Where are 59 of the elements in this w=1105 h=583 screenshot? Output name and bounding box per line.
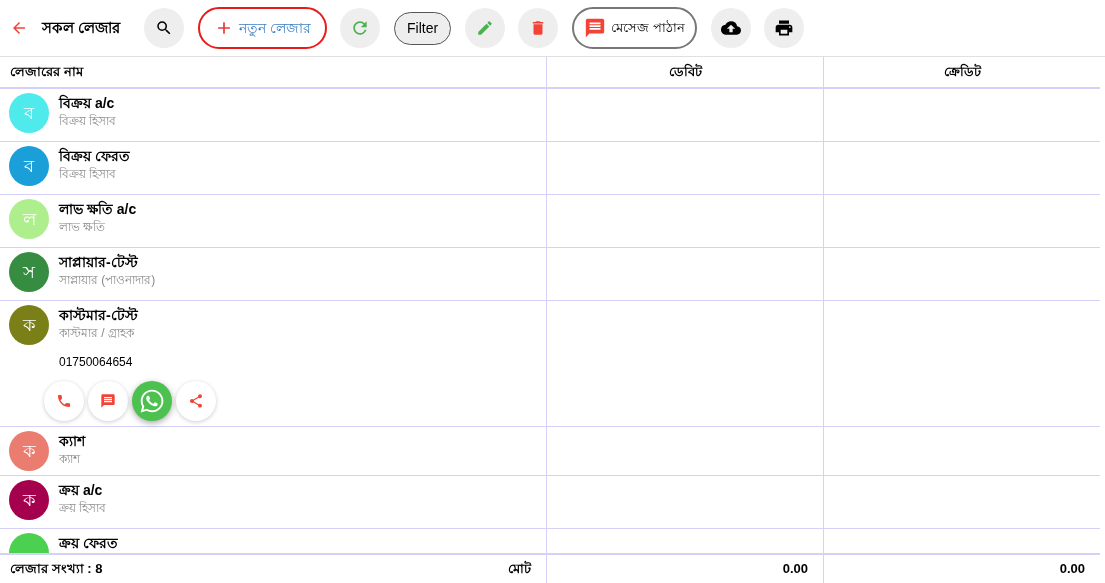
share-icon <box>188 393 204 409</box>
new-ledger-button[interactable]: নতুন লেজার <box>198 7 328 49</box>
ledger-group: লাভ ক্ষতি <box>59 219 137 235</box>
chat-bubble-phone-icon <box>139 388 165 414</box>
debit-total: 0.00 <box>782 560 808 579</box>
column-header: ডেবিট <box>547 57 824 87</box>
search-button[interactable] <box>144 8 185 48</box>
avatar-letter: স <box>23 261 35 284</box>
message-icon <box>100 393 116 409</box>
table-cell[interactable]: ব বিক্রয় ফেরত বিক্রয় হিসাব <box>0 142 547 194</box>
column-header: ক্রেডিট <box>942 62 983 82</box>
ledger-name: ক্রয় a/c <box>59 481 104 500</box>
print-button[interactable] <box>763 8 804 48</box>
printer-icon <box>773 18 794 38</box>
ledger-group: বিক্রয় হিসাব <box>59 113 117 129</box>
ledger-name: ক্রয় ফেরত <box>59 534 118 553</box>
ledger-name: বিক্রয় ফেরত <box>59 146 130 166</box>
ledger-group: ক্যাশ <box>59 451 85 467</box>
send-message-button[interactable]: মেসেজ পাঠান <box>572 7 697 49</box>
delete-button[interactable] <box>518 8 559 48</box>
table-cell[interactable]: ব বিক্রয় a/c বিক্রয় হিসাব <box>0 89 547 141</box>
ledger-count: লেজার সংখ্যা : 8 <box>10 560 103 579</box>
pencil-icon <box>476 19 495 37</box>
ledger-name: লাভ ক্ষতি a/c <box>59 199 137 219</box>
upload-button[interactable] <box>710 8 751 48</box>
ledger-name: ক্যাশ <box>59 432 85 451</box>
ledger-group: বিক্রয় হিসাব <box>59 166 130 182</box>
ledger-group: সাপ্লায়ার (পাওনাদার) <box>59 272 156 288</box>
total-label: মোট <box>508 560 531 579</box>
table-cell[interactable]: ক ক্রয় a/c ক্রয় হিসাব <box>0 476 547 528</box>
page-title: সকল লেজার <box>42 17 121 38</box>
sms-button[interactable] <box>88 381 128 421</box>
avatar-letter: ব <box>24 102 34 125</box>
avatar-letter: ক <box>22 440 36 463</box>
table-cell[interactable]: ক্রয় ফেরত <box>0 529 547 553</box>
filter-button[interactable]: Filter <box>394 11 452 45</box>
credit-total: 0.00 <box>1059 560 1085 579</box>
phone-icon <box>56 393 72 409</box>
ledger-name: সাপ্লায়ার-টেস্ট <box>59 252 140 272</box>
refresh-button[interactable] <box>340 8 381 48</box>
table-cell[interactable]: ল লাভ ক্ষতি a/c লাভ ক্ষতি <box>0 195 547 247</box>
phone-number: 01750064654 <box>59 354 134 371</box>
ledger-group: ক্রয় হিসাব <box>59 500 107 516</box>
ledger-name: কাস্টমার-টেস্ট <box>59 305 138 325</box>
avatar-letter: ব <box>24 155 34 178</box>
avatar-letter: ক <box>22 314 36 337</box>
ledger-group: কাস্টমার / গ্রাহক <box>59 325 138 341</box>
column-header: লেজারের নাম <box>0 57 547 87</box>
share-button[interactable] <box>176 381 216 421</box>
ledger-name: বিক্রয় a/c <box>59 93 116 113</box>
whatsapp-button[interactable] <box>132 381 172 421</box>
call-button[interactable] <box>44 381 84 421</box>
avatar-letter: ক <box>22 489 36 512</box>
table-cell[interactable]: ক ক্যাশ ক্যাশ <box>0 427 547 475</box>
cloud-upload-icon <box>720 18 741 38</box>
message-icon <box>584 17 607 39</box>
table-cell[interactable]: স সাপ্লায়ার-টেস্ট সাপ্লায়ার (পাওনাদার) <box>0 248 547 300</box>
edit-button[interactable] <box>465 8 506 48</box>
avatar-letter: ল <box>22 208 36 231</box>
